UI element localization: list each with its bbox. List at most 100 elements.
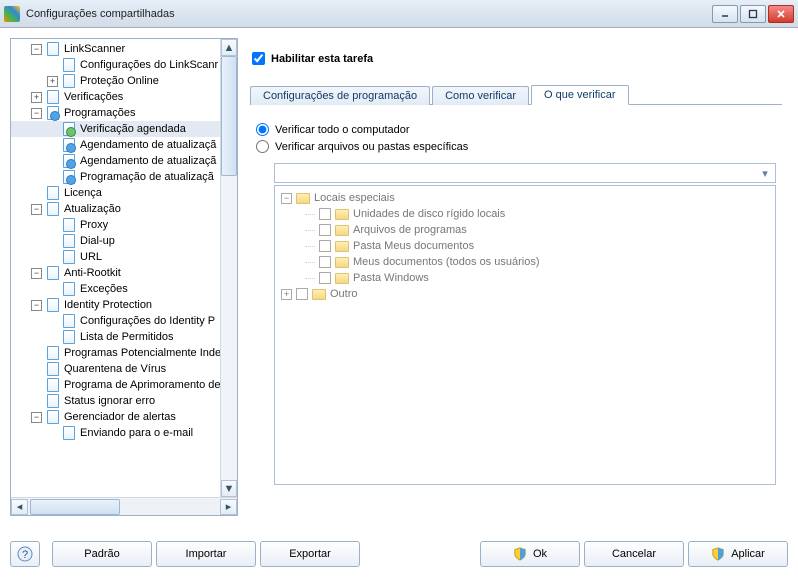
tab-schedule-settings[interactable]: Configurações de programação xyxy=(250,86,430,105)
tree-expander-icon[interactable]: − xyxy=(31,412,42,423)
scroll-down-arrow[interactable]: ▼ xyxy=(221,480,237,497)
shield-icon xyxy=(513,547,527,561)
tree-expander-spacer xyxy=(47,252,58,263)
locations-root-label: Locais especiais xyxy=(314,192,395,204)
enable-task-checkbox[interactable] xyxy=(252,52,265,65)
ok-button[interactable]: Ok xyxy=(480,541,580,567)
page-icon xyxy=(45,42,61,56)
page-icon xyxy=(61,282,77,296)
nav-tree-item[interactable]: Programas Potencialmente Inde xyxy=(11,345,237,361)
nav-tree-item[interactable]: Status ignorar erro xyxy=(11,393,237,409)
page-icon xyxy=(45,410,61,424)
nav-tree-item[interactable]: Exceções xyxy=(11,281,237,297)
apply-button-label: Aplicar xyxy=(731,548,765,560)
cancel-button[interactable]: Cancelar xyxy=(584,541,684,567)
nav-tree-item[interactable]: −Gerenciador de alertas xyxy=(11,409,237,425)
apply-button[interactable]: Aplicar xyxy=(688,541,788,567)
help-button[interactable]: ? xyxy=(10,541,40,567)
tree-expander-icon[interactable]: − xyxy=(31,268,42,279)
horizontal-scroll-thumb[interactable] xyxy=(30,499,120,515)
expander-plus-icon[interactable]: + xyxy=(281,289,292,300)
tree-expander-icon[interactable]: − xyxy=(31,108,42,119)
nav-tree-panel: −LinkScannerConfigurações do LinkScanr+P… xyxy=(10,38,238,516)
nav-tree-item[interactable]: Licença xyxy=(11,185,237,201)
tree-vertical-scrollbar[interactable]: ▲ ▼ xyxy=(220,39,237,497)
chevron-down-icon: ▾ xyxy=(757,165,773,181)
default-button[interactable]: Padrão xyxy=(52,541,152,567)
location-checkbox[interactable] xyxy=(319,256,331,268)
page-icon xyxy=(45,394,61,408)
location-item-label: Meus documentos (todos os usuários) xyxy=(353,256,539,268)
folder-icon xyxy=(335,209,349,220)
tree-expander-icon[interactable]: − xyxy=(31,204,42,215)
location-checkbox[interactable] xyxy=(319,272,331,284)
export-button[interactable]: Exportar xyxy=(260,541,360,567)
nav-tree-item[interactable]: Dial-up xyxy=(11,233,237,249)
location-item-label: Unidades de disco rígido locais xyxy=(353,208,505,220)
tab-what-to-scan[interactable]: O que verificar xyxy=(531,85,629,105)
tree-expander-icon[interactable]: − xyxy=(31,300,42,311)
nav-tree-item[interactable]: Agendamento de atualizaçã xyxy=(11,137,237,153)
scroll-left-arrow[interactable]: ◂ xyxy=(11,499,28,515)
location-checkbox[interactable] xyxy=(296,288,308,300)
tree-expander-spacer xyxy=(47,332,58,343)
nav-tree-label: Programação de atualizaçã xyxy=(80,169,214,185)
tree-expander-spacer xyxy=(47,124,58,135)
close-button[interactable] xyxy=(768,5,794,23)
nav-tree-item[interactable]: −LinkScanner xyxy=(11,41,237,57)
nav-tree-item[interactable]: −Atualização xyxy=(11,201,237,217)
nav-tree-item[interactable]: +Verificações xyxy=(11,89,237,105)
radio-scan-specific[interactable] xyxy=(256,140,269,153)
nav-tree-item[interactable]: Agendamento de atualizaçã xyxy=(11,153,237,169)
nav-tree-item[interactable]: Programa de Aprimoramento de xyxy=(11,377,237,393)
nav-tree-item[interactable]: Verificação agendada xyxy=(11,121,237,137)
nav-tree-item[interactable]: Proxy xyxy=(11,217,237,233)
page-icon xyxy=(61,234,77,248)
page-icon xyxy=(61,218,77,232)
nav-tree-label: Dial-up xyxy=(80,233,115,249)
radio-scan-whole[interactable] xyxy=(256,123,269,136)
nav-tree-label: Lista de Permitidos xyxy=(80,329,174,345)
page-icon xyxy=(45,90,61,104)
import-button[interactable]: Importar xyxy=(156,541,256,567)
location-checkbox[interactable] xyxy=(319,224,331,236)
expander-minus-icon[interactable]: − xyxy=(281,193,292,204)
tree-horizontal-scrollbar[interactable]: ◂ ▸ xyxy=(11,497,237,515)
nav-tree-item[interactable]: −Programações xyxy=(11,105,237,121)
vertical-scroll-thumb[interactable] xyxy=(221,56,237,176)
nav-tree-item[interactable]: Enviando para o e-mail xyxy=(11,425,237,441)
maximize-button[interactable] xyxy=(740,5,766,23)
tree-expander-icon[interactable]: + xyxy=(31,92,42,103)
minimize-button[interactable] xyxy=(712,5,738,23)
nav-tree-item[interactable]: Lista de Permitidos xyxy=(11,329,237,345)
page-icon xyxy=(61,330,77,344)
location-checkbox[interactable] xyxy=(319,240,331,252)
nav-tree-item[interactable]: +Proteção Online xyxy=(11,73,237,89)
path-dropdown[interactable]: ▾ xyxy=(274,163,776,183)
tree-expander-icon[interactable]: − xyxy=(31,44,42,55)
scroll-up-arrow[interactable]: ▲ xyxy=(221,39,237,56)
app-icon xyxy=(4,6,20,22)
tab-how-to-scan[interactable]: Como verificar xyxy=(432,86,529,105)
folder-icon xyxy=(335,225,349,236)
tree-expander-spacer xyxy=(31,380,42,391)
page-icon xyxy=(61,138,77,152)
nav-tree-item[interactable]: Configurações do LinkScanr xyxy=(11,57,237,73)
scroll-right-arrow[interactable]: ▸ xyxy=(220,499,237,515)
nav-tree[interactable]: −LinkScannerConfigurações do LinkScanr+P… xyxy=(11,41,237,441)
nav-tree-item[interactable]: Configurações do Identity P xyxy=(11,313,237,329)
location-checkbox[interactable] xyxy=(319,208,331,220)
tree-expander-icon[interactable]: + xyxy=(47,76,58,87)
nav-tree-label: Programas Potencialmente Inde xyxy=(64,345,221,361)
titlebar: Configurações compartilhadas xyxy=(0,0,798,28)
nav-tree-item[interactable]: URL xyxy=(11,249,237,265)
nav-tree-item[interactable]: −Anti-Rootkit xyxy=(11,265,237,281)
tree-expander-spacer xyxy=(47,60,58,71)
shield-icon xyxy=(711,547,725,561)
nav-tree-item[interactable]: Quarentena de Vírus xyxy=(11,361,237,377)
nav-tree-item[interactable]: −Identity Protection xyxy=(11,297,237,313)
window-title: Configurações compartilhadas xyxy=(26,8,712,20)
nav-tree-label: Exceções xyxy=(80,281,128,297)
tree-expander-spacer xyxy=(47,284,58,295)
nav-tree-item[interactable]: Programação de atualizaçã xyxy=(11,169,237,185)
